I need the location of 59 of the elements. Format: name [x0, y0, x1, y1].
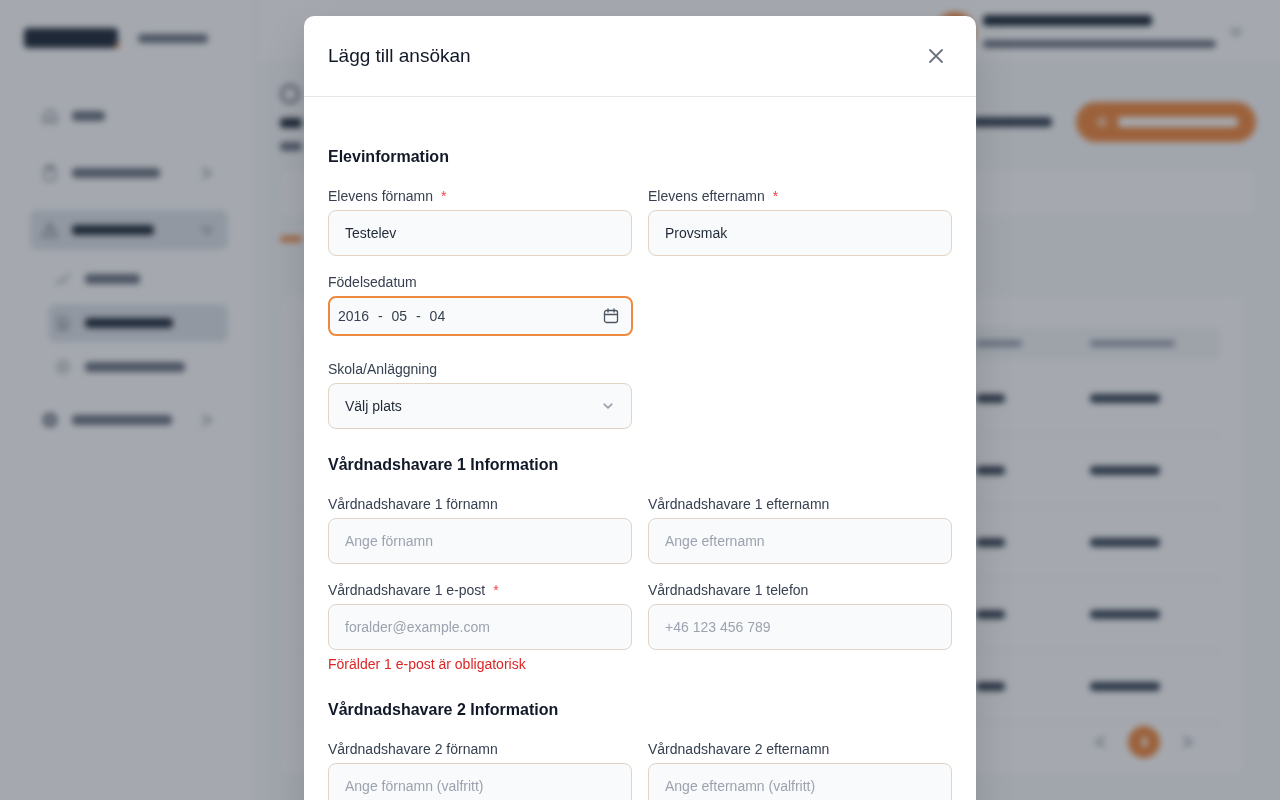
text-field[interactable]: foralder@example.com [328, 604, 632, 650]
field-label: Vårdnadshavare 2 förnamn [328, 740, 498, 759]
sidebar-subitem[interactable] [48, 304, 228, 342]
text-placeholder-bar [280, 118, 302, 128]
ring-icon [280, 84, 300, 104]
field-label: Skola/Anläggning [328, 360, 437, 379]
field-label: Vårdnadshavare 2 efternamn [648, 740, 830, 759]
field-label: Födelsedatum [328, 273, 417, 292]
text-placeholder-bar [138, 33, 208, 43]
clipboard-icon [42, 165, 58, 181]
field-label: Vårdnadshavare 1 förnamn [328, 495, 498, 514]
text-placeholder-bar [976, 682, 1005, 691]
section-heading: Vårdnadshavare 1 Information [328, 455, 560, 475]
logo-dot-icon [115, 42, 120, 48]
page-button[interactable] [1128, 726, 1160, 758]
text-placeholder-bar [976, 466, 1005, 475]
text-placeholder-bar [1090, 538, 1160, 547]
plus-icon [1096, 116, 1108, 128]
text-placeholder-bar [1141, 737, 1147, 747]
text-placeholder-bar [280, 142, 302, 151]
field-label: Elevens förnamn [328, 187, 434, 206]
calendar-icon[interactable] [603, 308, 619, 324]
text-placeholder-bar [72, 111, 105, 121]
field-label: Vårdnadshavare 1 e-post [328, 581, 486, 600]
text-placeholder-bar [976, 538, 1005, 547]
required-mark: * [493, 581, 499, 600]
close-icon [929, 49, 943, 63]
error-message: Förälder 1 e-post är obligatorisk [328, 655, 527, 674]
sidebar-item[interactable] [30, 210, 228, 250]
text-placeholder-bar [280, 236, 302, 242]
section-heading: Elevinformation [328, 147, 450, 167]
text-field[interactable]: Testelev [328, 210, 632, 256]
required-mark: * [441, 187, 447, 206]
text-placeholder-bar [976, 394, 1005, 403]
add-button[interactable] [1076, 102, 1256, 142]
field-label: Vårdnadshavare 1 efternamn [648, 495, 830, 514]
field-label: Elevens efternamn [648, 187, 765, 206]
text-placeholder-bar [976, 610, 1005, 619]
text-placeholder-bar [1090, 394, 1160, 403]
text-placeholder-bar [976, 339, 1022, 347]
disc-icon [42, 412, 58, 428]
text-field[interactable]: +46 123 456 789 [648, 604, 952, 650]
text-field[interactable]: Ange efternamn [648, 518, 952, 564]
text-placeholder-bar [1090, 682, 1160, 691]
text-field[interactable]: Ange efternamn (valfritt) [648, 763, 952, 800]
select-field[interactable]: Välj plats [328, 383, 632, 429]
text-placeholder-bar [85, 274, 140, 284]
dialog-title: Lägg till ansökan [328, 44, 471, 68]
chevron-down-icon [603, 403, 613, 409]
field-label: Vårdnadshavare 1 telefon [648, 581, 809, 600]
text-field[interactable]: Provsmak [648, 210, 952, 256]
text-field[interactable]: Ange förnamn [328, 518, 632, 564]
text-placeholder-bar [1090, 610, 1160, 619]
section-heading: Vårdnadshavare 2 Information [328, 700, 560, 720]
text-placeholder-bar [1090, 466, 1160, 475]
required-mark: * [772, 187, 779, 206]
text-field[interactable]: Ange förnamn (valfritt) [328, 763, 632, 800]
date-field[interactable]: 2016 - 05 - 04 [328, 296, 633, 336]
home-icon [42, 108, 58, 124]
